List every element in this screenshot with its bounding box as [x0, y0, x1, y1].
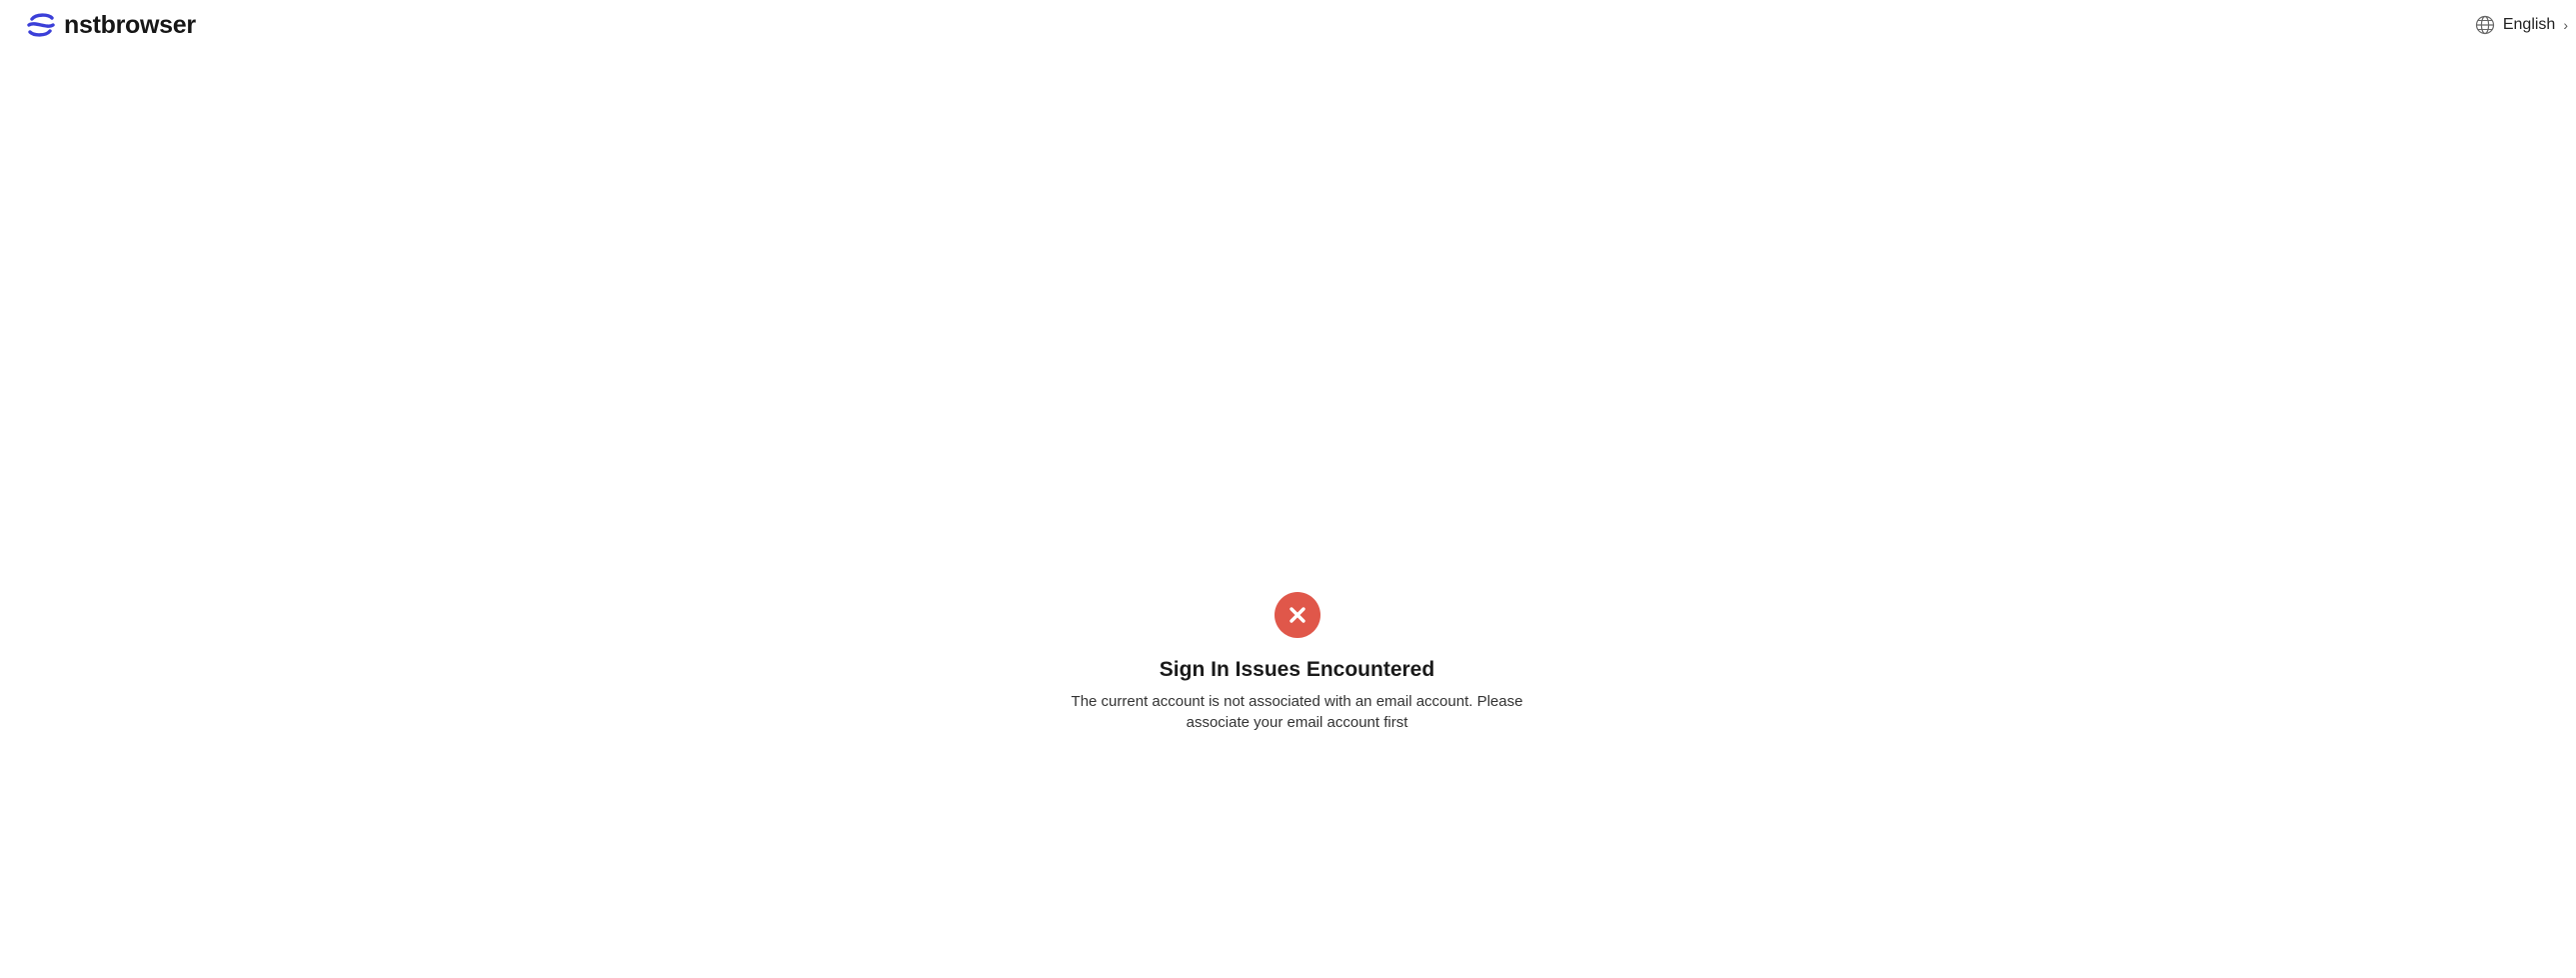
error-x-icon	[1274, 592, 1320, 638]
result-title: Sign In Issues Encountered	[1159, 658, 1435, 681]
chevron-right-icon: ›	[2563, 17, 2568, 33]
result-message: The current account is not associated wi…	[1071, 693, 1523, 731]
brand-name: nstbrowser	[64, 10, 196, 39]
page: nstbrowser English › Sign In Issues Enco…	[0, 0, 2576, 978]
language-selector[interactable]: English ›	[2475, 12, 2568, 38]
close-icon	[1288, 607, 1305, 623]
nstbrowser-logo-icon	[27, 13, 55, 37]
sign-in-error-result: Sign In Issues Encountered The current a…	[0, 592, 2576, 733]
header: nstbrowser English ›	[0, 0, 2576, 50]
brand-logo[interactable]: nstbrowser	[26, 10, 196, 40]
globe-icon	[2475, 15, 2494, 35]
language-label: English	[2502, 16, 2556, 33]
